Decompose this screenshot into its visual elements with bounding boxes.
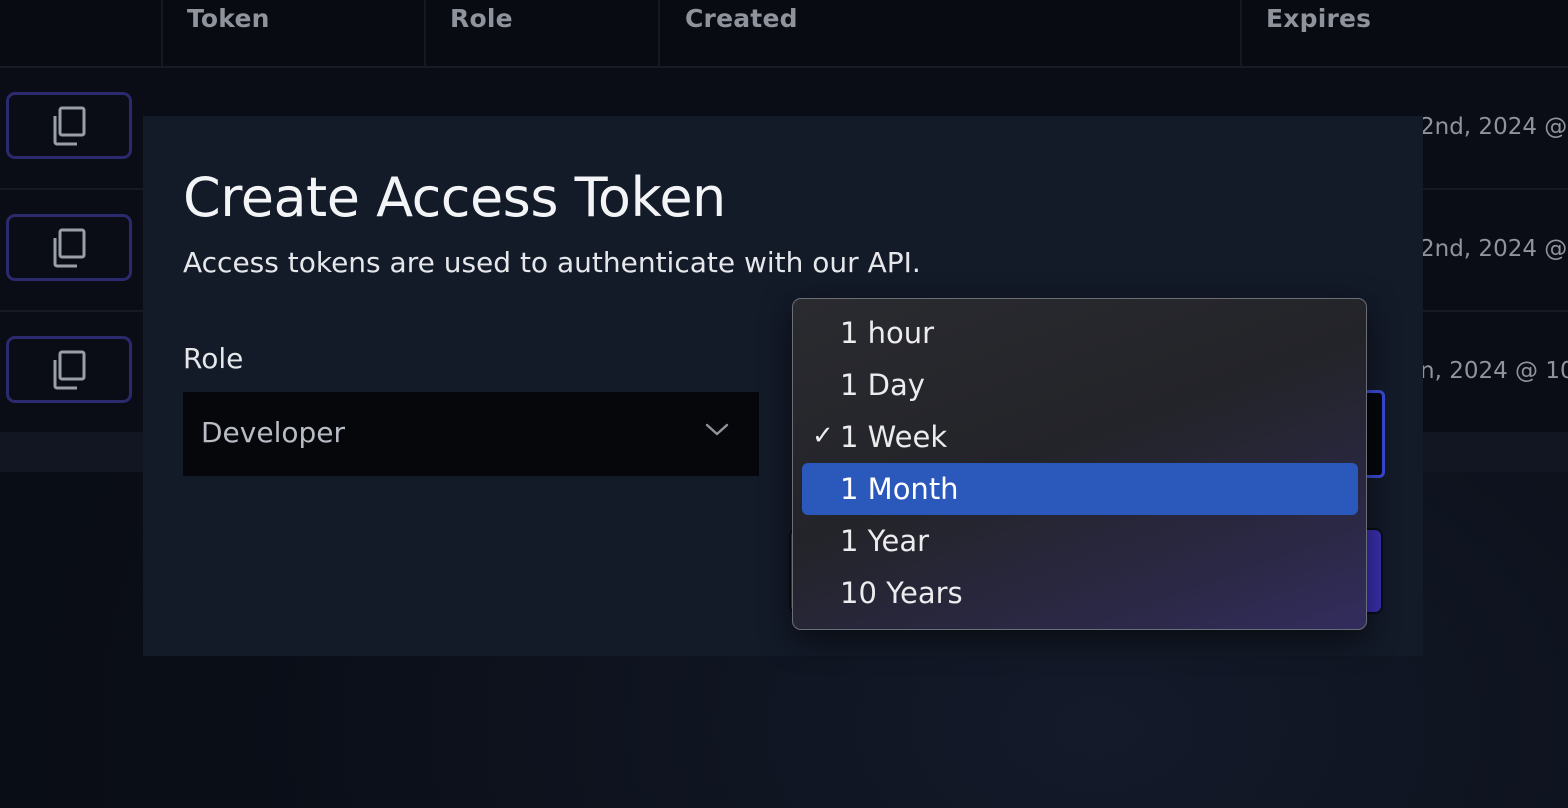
- row-expires-value: 2nd, 2024 @: [1420, 236, 1568, 262]
- menu-option-1-week[interactable]: ✓ 1 Week: [802, 411, 1358, 463]
- menu-option-label: 1 Week: [840, 420, 948, 454]
- role-label: Role: [183, 342, 244, 375]
- column-header-token[interactable]: Token: [187, 4, 270, 33]
- row-expires-value: n, 2024 @ 10: [1420, 358, 1568, 384]
- column-divider: [424, 0, 426, 66]
- modal-title: Create Access Token: [183, 166, 726, 229]
- copy-token-button[interactable]: [6, 92, 132, 159]
- modal-description: Access tokens are used to authenticate w…: [183, 246, 921, 279]
- column-divider: [161, 0, 163, 66]
- role-select-value: Developer: [201, 416, 346, 449]
- column-header-created[interactable]: Created: [685, 4, 798, 33]
- column-divider: [658, 0, 660, 66]
- table-header: Token Role Created Expires: [0, 0, 1568, 68]
- expires-dropdown-menu: 1 hour 1 Day ✓ 1 Week 1 Month 1 Year 10 …: [792, 298, 1367, 630]
- menu-option-label: 1 Year: [840, 524, 930, 558]
- column-header-expires[interactable]: Expires: [1266, 4, 1371, 33]
- menu-option-label: 1 Month: [840, 472, 959, 506]
- menu-option-1-month[interactable]: 1 Month: [802, 463, 1358, 515]
- menu-option-1-hour[interactable]: 1 hour: [802, 307, 1358, 359]
- copy-icon: [53, 106, 86, 145]
- column-divider: [1240, 0, 1242, 66]
- copy-token-button[interactable]: [6, 214, 132, 281]
- copy-icon: [53, 228, 86, 267]
- menu-option-1-year[interactable]: 1 Year: [802, 515, 1358, 567]
- row-expires-value: 2nd, 2024 @: [1420, 114, 1568, 140]
- menu-option-label: 10 Years: [840, 576, 963, 610]
- menu-option-1-day[interactable]: 1 Day: [802, 359, 1358, 411]
- checkmark-icon: ✓: [812, 421, 834, 451]
- menu-option-label: 1 hour: [840, 316, 935, 350]
- role-select[interactable]: Developer: [183, 392, 759, 476]
- copy-icon: [53, 350, 86, 389]
- chevron-down-icon: [705, 423, 729, 436]
- copy-token-button[interactable]: [6, 336, 132, 403]
- menu-option-label: 1 Day: [840, 368, 925, 402]
- menu-option-10-years[interactable]: 10 Years: [802, 567, 1358, 619]
- app-root: Token Role Created Expires 2nd, 2024 @ 2: [0, 0, 1568, 808]
- column-header-role[interactable]: Role: [450, 4, 513, 33]
